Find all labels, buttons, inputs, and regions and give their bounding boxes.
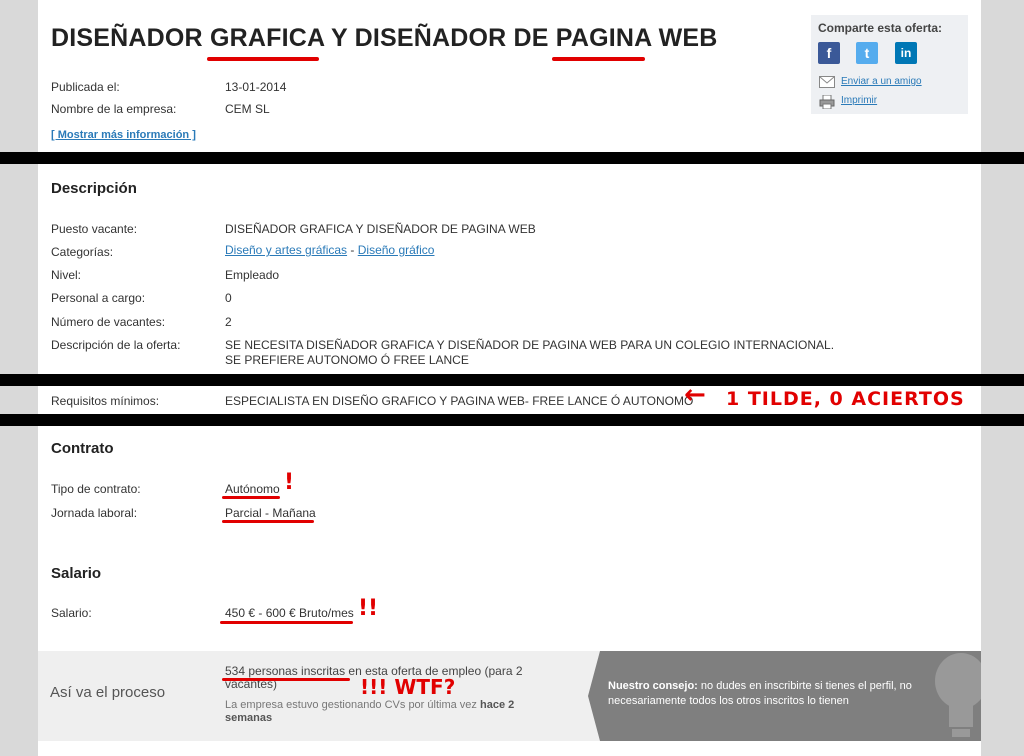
description-heading: Descripción — [51, 180, 137, 197]
offer-description-line-1: SE NECESITA DISEÑADOR GRAFICA Y DISEÑADO… — [225, 338, 835, 352]
underline-inscribed — [222, 678, 350, 681]
more-info-link[interactable]: [ Mostrar más información ] — [51, 129, 196, 141]
black-bar-2 — [0, 374, 1024, 386]
published-value: 13-01-2014 — [225, 80, 287, 94]
level-value: Empleado — [225, 268, 280, 282]
category-link-design-arts[interactable]: Diseño y artes gráficas — [225, 243, 347, 257]
categories-value: Diseño y artes gráficas - Diseño gráfico — [225, 243, 434, 257]
underline-parcial — [222, 520, 314, 523]
underline-grafica — [207, 57, 319, 61]
offer-description-label: Descripción de la oferta: — [51, 338, 181, 352]
staff-label: Personal a cargo: — [51, 291, 146, 305]
contract-type-label: Tipo de contrato: — [51, 482, 141, 496]
advice-title: Nuestro consejo: — [608, 680, 698, 692]
schedule-value: Parcial - Mañana — [225, 506, 316, 520]
published-label: Publicada el: — [51, 80, 120, 94]
black-bar-3 — [0, 414, 1024, 426]
level-label: Nivel: — [51, 268, 82, 282]
annotation-tilde: 1 TILDE, 0 ACIERTOS — [726, 388, 965, 410]
category-separator: - — [350, 243, 355, 257]
company-label: Nombre de la empresa: — [51, 102, 177, 116]
salary-value: 450 € - 600 € Bruto/mes — [225, 606, 354, 620]
annotation-arrow: ← — [684, 380, 706, 410]
black-bar-1 — [0, 152, 1024, 164]
staff-value: 0 — [225, 291, 232, 305]
annotation-exclaim-2: !! — [358, 596, 379, 621]
company-activity: La empresa estuvo gestionando CVs por úl… — [225, 699, 545, 725]
annotation-wtf: !!! WTF? — [360, 675, 456, 699]
print-link[interactable]: Imprimir — [841, 95, 877, 106]
contract-heading: Contrato — [51, 440, 114, 457]
advice-text: Nuestro consejo: no dudes en inscribirte… — [608, 679, 948, 709]
job-title: DISEÑADOR GRAFICA Y DISEÑADOR DE PAGINA … — [51, 24, 718, 52]
company-value: CEM SL — [225, 102, 270, 116]
requirements-value: ESPECIALISTA EN DISEÑO GRAFICO Y PAGINA … — [225, 394, 694, 408]
requirements-label: Requisitos mínimos: — [51, 394, 160, 408]
vacancies-label: Número de vacantes: — [51, 315, 166, 329]
facebook-icon[interactable]: f — [818, 42, 840, 64]
advice-box: Nuestro consejo: no dudes en inscribirte… — [588, 651, 981, 741]
vacancies-value: 2 — [225, 315, 232, 329]
offer-description-line-2: SE PREFIERE AUTONOMO Ó FREE LANCE — [225, 353, 469, 367]
envelope-icon — [819, 76, 835, 88]
vacancy-label: Puesto vacante: — [51, 222, 138, 236]
process-heading: Así va el proceso — [50, 684, 166, 701]
twitter-icon[interactable]: t — [856, 42, 878, 64]
linkedin-icon[interactable]: in — [895, 42, 917, 64]
salary-label: Salario: — [51, 606, 92, 620]
category-link-graphic-design[interactable]: Diseño gráfico — [358, 243, 435, 257]
advice-arrow-shape — [588, 651, 600, 741]
categories-label: Categorías: — [51, 245, 114, 259]
underline-pagina — [552, 57, 645, 61]
company-activity-text: La empresa estuvo gestionando CVs por úl… — [225, 699, 480, 711]
annotation-exclaim-1: ! — [284, 470, 295, 495]
underline-autonomo — [222, 496, 280, 499]
schedule-label: Jornada laboral: — [51, 506, 138, 520]
salary-heading: Salario — [51, 565, 102, 582]
send-to-friend-link[interactable]: Enviar a un amigo — [841, 76, 922, 87]
vacancy-value: DISEÑADOR GRAFICA Y DISEÑADOR DE PAGINA … — [225, 222, 536, 236]
share-title: Comparte esta oferta: — [818, 21, 943, 35]
underline-salary — [220, 621, 353, 624]
printer-icon — [819, 95, 835, 109]
contract-type-value: Autónomo — [225, 482, 280, 496]
share-box: Comparte esta oferta: f t in Enviar a un… — [811, 15, 968, 114]
